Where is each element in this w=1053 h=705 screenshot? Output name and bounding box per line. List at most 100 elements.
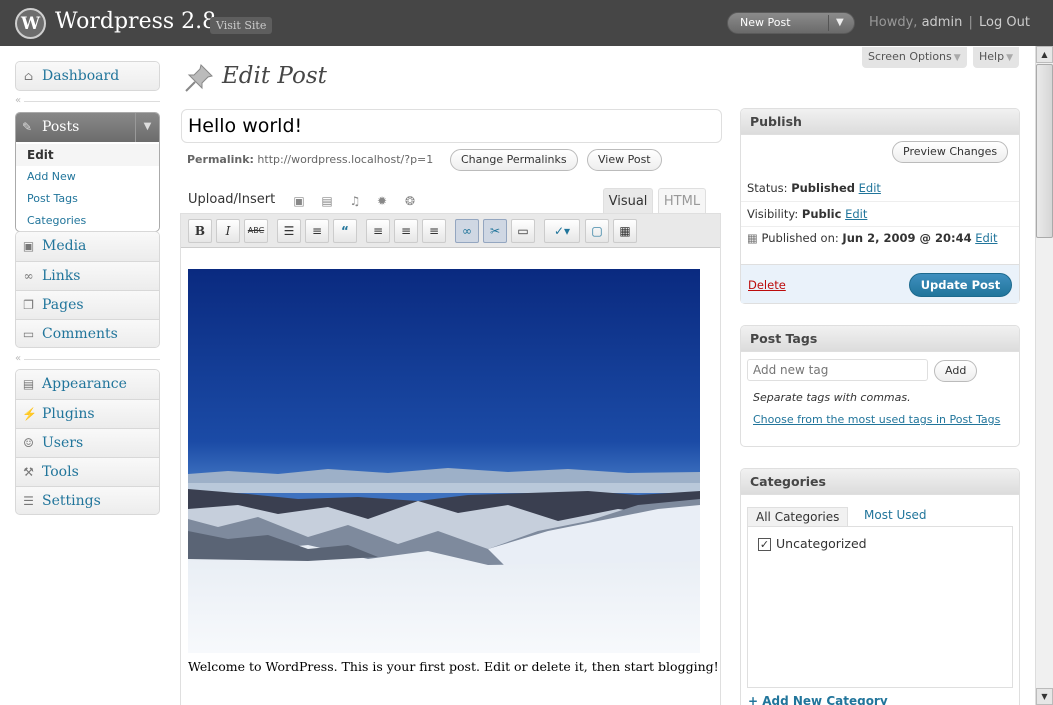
collapse-icon[interactable]: « (15, 353, 25, 364)
update-post-button[interactable]: Update Post (909, 273, 1012, 297)
permalink-url[interactable]: http://wordpress.localhost/?p=1 (257, 153, 433, 166)
add-new-category-link[interactable]: + Add New Category (748, 694, 888, 705)
bullet-list-icon[interactable]: ☰ (277, 219, 301, 243)
italic-button[interactable]: I (216, 219, 240, 243)
edit-status-link[interactable]: Edit (859, 181, 881, 195)
edit-date-link[interactable]: Edit (975, 231, 997, 245)
menu-item-dashboard[interactable]: ⌂ Dashboard (16, 62, 159, 90)
user-profile-link[interactable]: admin (922, 15, 963, 30)
menu-item-comments[interactable]: ▭ Comments (16, 319, 159, 347)
new-post-dropdown[interactable]: New Post ▼ (727, 12, 855, 34)
align-center-icon[interactable]: ≡ (394, 219, 418, 243)
menu-separator: « (15, 95, 160, 106)
screen-options-button[interactable]: Screen Options ▼ (862, 47, 967, 68)
divider: | (968, 15, 973, 30)
tools-icon: ⚒ (23, 465, 34, 479)
category-checkbox[interactable]: ✓ (758, 538, 771, 551)
page-title: Edit Post (222, 63, 327, 89)
chevron-down-icon[interactable]: ▼ (135, 113, 159, 142)
help-label: Help (979, 50, 1005, 63)
edit-visibility-link[interactable]: Edit (845, 207, 867, 221)
permalink-label: Permalink: (187, 153, 254, 166)
menu-item-users[interactable]: ☺ Users (16, 428, 159, 457)
submenu-item-post-tags[interactable]: Post Tags (16, 188, 159, 210)
scrollbar-thumb[interactable] (1036, 64, 1053, 238)
published-on-label: Published on: (761, 231, 839, 245)
visibility-row: Visibility: Public Edit (747, 207, 867, 221)
wordpress-logo-icon: W (15, 8, 46, 39)
change-permalinks-button[interactable]: Change Permalinks (450, 149, 578, 171)
add-gallery-icon[interactable]: ❂ (403, 194, 417, 208)
menu-item-appearance[interactable]: ▤ Appearance (16, 370, 159, 399)
submenu-item-edit[interactable]: Edit (16, 144, 159, 166)
add-video-icon[interactable]: ▤ (320, 194, 334, 208)
spellcheck-icon[interactable]: ✓▾ (544, 219, 580, 243)
appearance-icon: ▤ (22, 377, 35, 391)
menu-item-posts[interactable]: ✎ Posts ▼ (16, 113, 159, 142)
choose-tags-link[interactable]: Choose from the most used tags in Post T… (753, 412, 1003, 427)
add-image-icon[interactable]: ▣ (292, 194, 306, 208)
strikethrough-button[interactable]: ABC (244, 219, 268, 243)
fullscreen-icon[interactable]: ▢ (585, 219, 609, 243)
menu-content-box: ▣ Media ∞ Links ❐ Pages ▭ Comments (15, 231, 160, 348)
collapse-icon[interactable]: « (15, 95, 25, 106)
categories-title[interactable]: Categories (741, 469, 1019, 495)
menu-item-links[interactable]: ∞ Links (16, 261, 159, 290)
tab-visual[interactable]: Visual (603, 188, 653, 214)
numbered-list-icon[interactable]: ≡ (305, 219, 329, 243)
tags-hint: Separate tags with commas. (753, 391, 911, 404)
menu-item-plugins[interactable]: ⚡ Plugins (16, 399, 159, 428)
menu-item-tools[interactable]: ⚒ Tools (16, 457, 159, 486)
pushpin-icon (183, 62, 215, 94)
menu-label: Tools (42, 464, 79, 480)
bold-button[interactable]: B (188, 219, 212, 243)
menu-label: Dashboard (42, 68, 120, 84)
user-info: Howdy, admin | Log Out (869, 15, 1030, 30)
menu-item-pages[interactable]: ❐ Pages (16, 290, 159, 319)
scroll-down-icon[interactable]: ▼ (1036, 688, 1053, 705)
tab-html[interactable]: HTML (658, 188, 706, 214)
scroll-up-icon[interactable]: ▲ (1036, 46, 1053, 63)
chevron-down-icon[interactable]: ▼ (836, 13, 844, 33)
insert-more-icon[interactable]: ▭ (511, 219, 535, 243)
menu-label: Users (42, 435, 84, 451)
blockquote-icon[interactable]: “ (333, 219, 357, 243)
visibility-value: Public (801, 207, 842, 221)
new-tag-input[interactable] (747, 359, 928, 381)
add-media-icon[interactable]: ✹ (375, 194, 389, 208)
menu-item-media[interactable]: ▣ Media (16, 232, 159, 261)
house-icon: ⌂ (23, 69, 34, 83)
visit-site-button[interactable]: Visit Site (210, 17, 273, 34)
howdy-text: Howdy, (869, 15, 918, 30)
category-label: Uncategorized (776, 536, 867, 551)
logout-link[interactable]: Log Out (979, 15, 1030, 30)
menu-label: Comments (42, 326, 118, 342)
align-right-icon[interactable]: ≡ (422, 219, 446, 243)
unlink-icon[interactable]: ✂ (483, 219, 507, 243)
users-icon: ☺ (23, 436, 34, 450)
post-image[interactable] (188, 269, 700, 653)
add-tag-button[interactable]: Add (934, 360, 978, 382)
tab-all-categories[interactable]: All Categories (747, 507, 849, 526)
insert-link-icon[interactable]: ∞ (455, 219, 479, 243)
menu-label: Plugins (42, 406, 95, 422)
view-post-button[interactable]: View Post (587, 149, 662, 171)
menu-item-settings[interactable]: ☰ Settings (16, 486, 159, 514)
dropdown-separator (828, 15, 829, 31)
post-tags-title[interactable]: Post Tags (741, 326, 1019, 352)
tab-most-used[interactable]: Most Used (864, 508, 927, 522)
new-post-label: New Post (740, 16, 791, 29)
publish-box-title[interactable]: Publish (741, 109, 1019, 135)
visibility-label: Visibility: (747, 207, 799, 221)
kitchen-sink-icon[interactable]: ▦ (613, 219, 637, 243)
submenu-item-categories[interactable]: Categories (16, 210, 159, 231)
post-title-input[interactable]: Hello world! (181, 109, 722, 143)
align-left-icon[interactable]: ≡ (366, 219, 390, 243)
help-button[interactable]: Help ▼ (973, 47, 1019, 68)
submenu-item-add-new[interactable]: Add New (16, 166, 159, 188)
post-content-text[interactable]: Welcome to WordPress. This is your first… (188, 659, 719, 674)
delete-link[interactable]: Delete (748, 278, 786, 292)
add-audio-icon[interactable]: ♫ (348, 194, 362, 208)
menu-posts-box: ✎ Posts ▼ Edit Add New Post Tags Categorie… (15, 112, 160, 232)
preview-changes-button[interactable]: Preview Changes (892, 141, 1009, 163)
